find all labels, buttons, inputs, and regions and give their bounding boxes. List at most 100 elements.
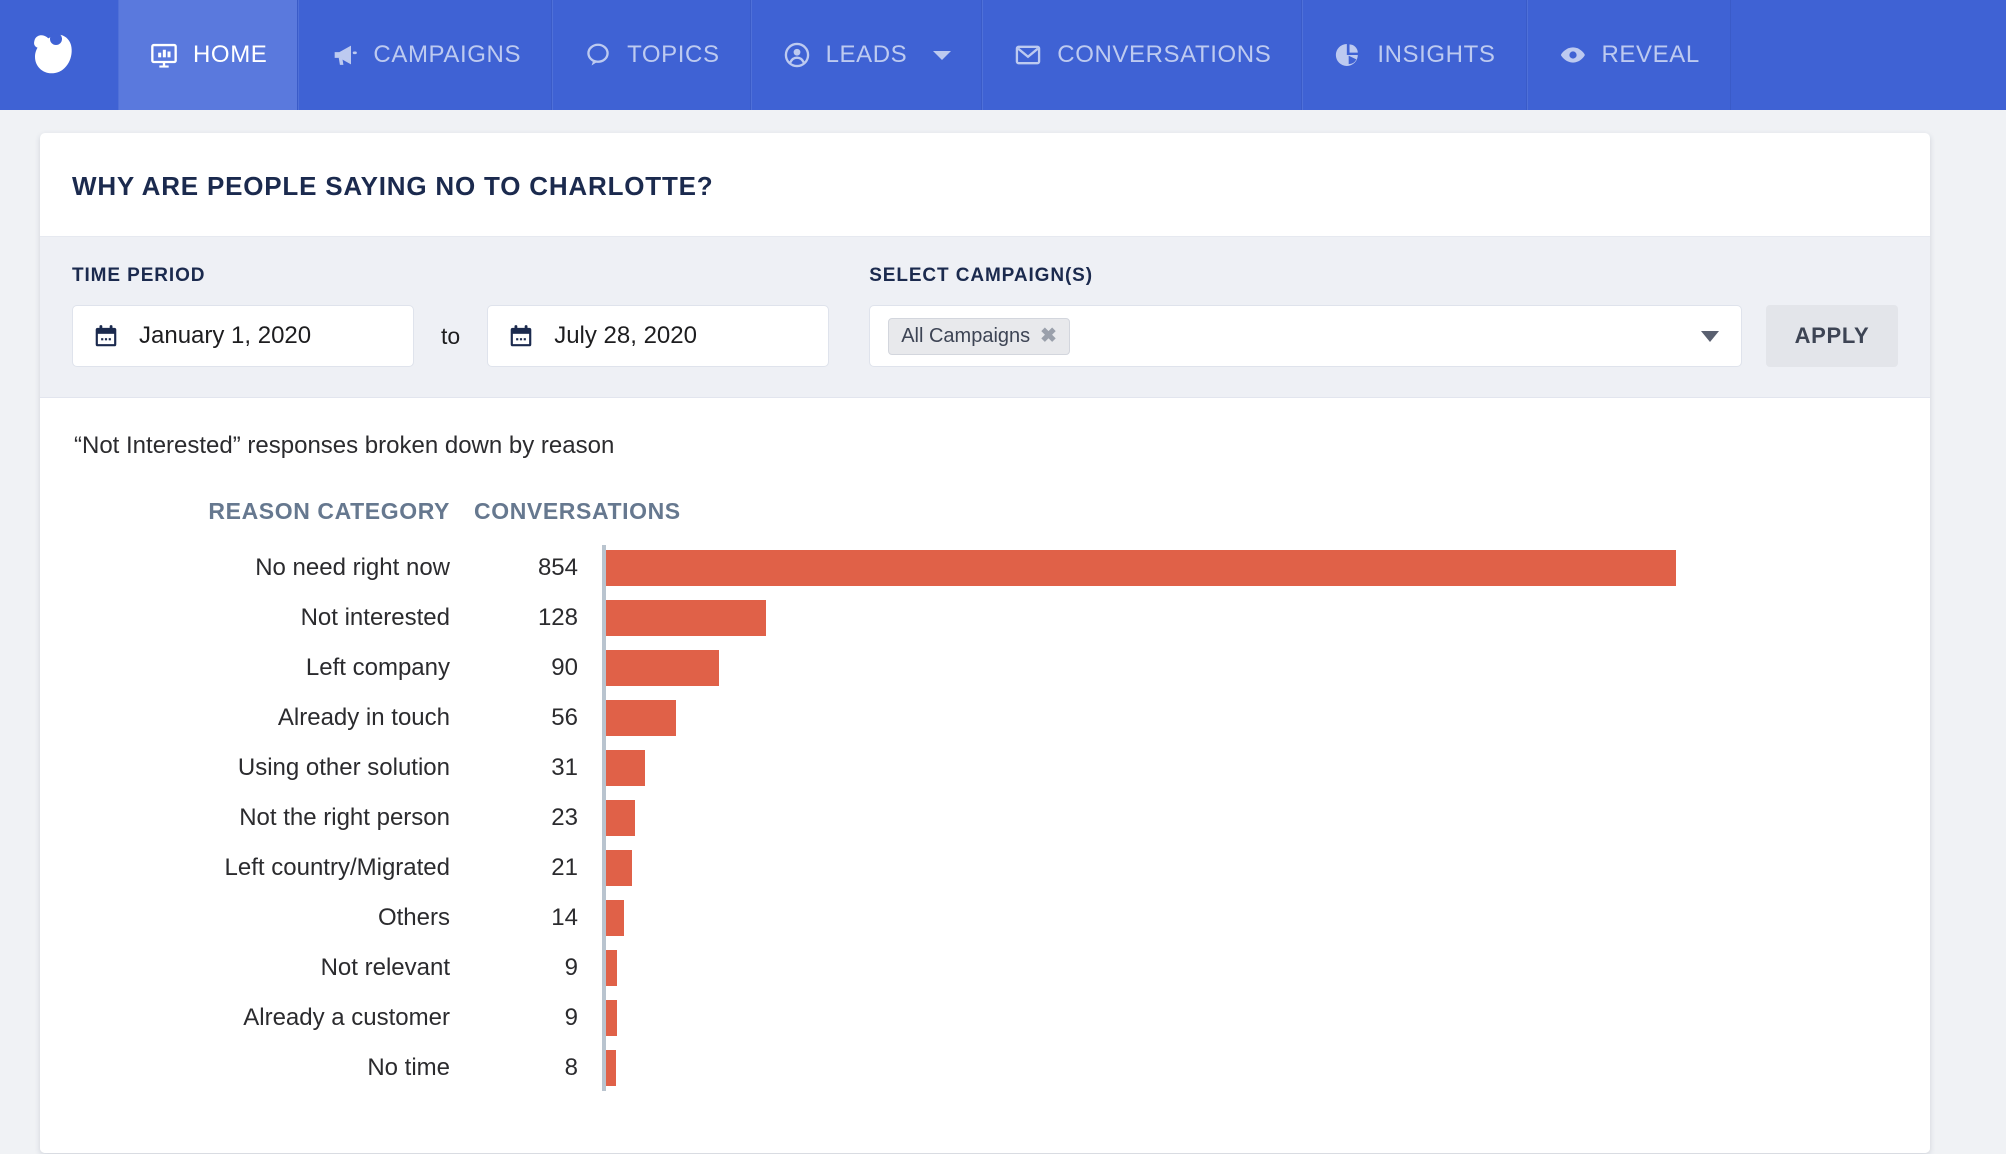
bar-row-category-label: Not the right person <box>239 804 450 831</box>
bar-row-value-label: 31 <box>551 754 578 781</box>
bar-row-category-label: Not relevant <box>320 954 450 981</box>
date-range-separator: to <box>441 322 461 349</box>
chevron-down-icon[interactable] <box>933 50 952 60</box>
nav-item-label: HOME <box>193 41 268 68</box>
bar-row-value-label: 21 <box>551 854 578 881</box>
bar-chart-row: Not the right person 23 <box>72 793 1898 843</box>
end-date-value: July 28, 2020 <box>554 322 697 349</box>
date-range-row: January 1, 2020 to July 28, 2020 <box>72 305 830 367</box>
nav-items-list: HOME CAMPAIGNS TOPICS LEADS CONVERSATION… <box>118 0 1731 110</box>
bar-row-value-label: 23 <box>551 804 578 831</box>
bar-cell <box>578 950 1898 986</box>
nav-item-label: CAMPAIGNS <box>373 41 522 68</box>
bar-chart-rows: No need right now 854 Not interested 128 Lef… <box>72 543 1898 1093</box>
bar-row-category-label: Already in touch <box>277 704 450 731</box>
bar[interactable] <box>606 700 676 736</box>
end-date-input[interactable]: July 28, 2020 <box>487 305 830 367</box>
bar[interactable] <box>606 800 635 836</box>
bar-cell <box>578 550 1898 586</box>
calendar-icon <box>93 323 119 349</box>
whale-logo-icon <box>31 29 87 81</box>
page-title: WHY ARE PEOPLE SAYING NO TO CHARLOTTE? <box>72 171 714 201</box>
bar[interactable] <box>606 900 624 936</box>
nav-item-leads[interactable]: LEADS <box>750 0 983 110</box>
bar[interactable] <box>606 750 645 786</box>
time-period-label: TIME PERIOD <box>72 265 206 286</box>
pie-chart-icon <box>1333 40 1363 70</box>
bar-chart-row: Left country/Migrated 21 <box>72 843 1898 893</box>
nav-item-label: CONVERSATIONS <box>1057 41 1272 68</box>
time-period-group: TIME PERIOD January 1, 2020 to July 28, … <box>72 265 830 367</box>
bar-row-category-label: Using other solution <box>237 754 450 781</box>
chart-axis-line <box>602 545 606 1091</box>
bar-row-category-label: Left company <box>305 654 450 681</box>
chart-column-headers: REASON CATEGORY CONVERSATIONS <box>72 498 1898 525</box>
report-card: WHY ARE PEOPLE SAYING NO TO CHARLOTTE? T… <box>40 133 1930 1153</box>
bar-row-value-label: 854 <box>537 554 578 581</box>
campaign-multiselect[interactable]: All Campaigns ✖ <box>869 305 1742 367</box>
chevron-down-icon[interactable] <box>1701 330 1719 342</box>
bar-chart-row: Not relevant 9 <box>72 943 1898 993</box>
bar[interactable] <box>606 650 719 686</box>
nav-item-label: INSIGHTS <box>1377 41 1496 68</box>
bar-row-value-label: 14 <box>551 904 578 931</box>
nav-item-home[interactable]: HOME <box>118 0 299 110</box>
bar-row-category-label: No time <box>367 1054 450 1081</box>
campaign-select-group: SELECT CAMPAIGN(S) All Campaigns ✖ APPLY <box>869 265 1898 367</box>
eye-icon <box>1558 40 1588 70</box>
filter-bar: TIME PERIOD January 1, 2020 to July 28, … <box>40 237 1930 398</box>
user-circle-icon <box>782 40 812 70</box>
bar-row-category-label: Already a customer <box>243 1004 450 1031</box>
nav-item-topics[interactable]: TOPICS <box>552 0 751 110</box>
bar-row-value-label: 56 <box>551 704 578 731</box>
close-icon[interactable]: ✖ <box>1040 326 1057 346</box>
nav-item-insights[interactable]: INSIGHTS <box>1302 0 1527 110</box>
bar-row-value-label: 128 <box>537 604 578 631</box>
start-date-input[interactable]: January 1, 2020 <box>72 305 414 367</box>
bar-cell <box>578 1000 1898 1036</box>
bar-chart-row: Already a customer 9 <box>72 993 1898 1043</box>
chat-bubble-icon <box>583 40 613 70</box>
bar-cell <box>578 700 1898 736</box>
column-header-conversations: CONVERSATIONS <box>474 498 681 524</box>
envelope-icon <box>1013 40 1043 70</box>
column-header-reason-category: REASON CATEGORY <box>208 498 450 524</box>
chart-area: “Not Interested” responses broken down b… <box>40 398 1930 1153</box>
bar-cell <box>578 900 1898 936</box>
apply-button[interactable]: APPLY <box>1766 305 1898 367</box>
bar[interactable] <box>606 1050 616 1086</box>
bar-chart-row: Not interested 128 <box>72 593 1898 643</box>
app-logo[interactable] <box>0 0 118 110</box>
bar-row-value-label: 9 <box>564 954 578 981</box>
bar-cell <box>578 750 1898 786</box>
bar-row-category-label: No need right now <box>255 554 450 581</box>
bar[interactable] <box>606 600 766 636</box>
nav-item-label: LEADS <box>825 41 908 68</box>
bar-row-category-label: Others <box>377 904 450 931</box>
campaign-chip-label: All Campaigns <box>901 324 1031 347</box>
bar-row-category-label: Left country/Migrated <box>224 854 450 881</box>
bar-chart-row: Already in touch 56 <box>72 693 1898 743</box>
top-navigation-bar: HOME CAMPAIGNS TOPICS LEADS CONVERSATION… <box>0 0 2006 110</box>
nav-item-conversations[interactable]: CONVERSATIONS <box>982 0 1303 110</box>
bar-cell <box>578 1050 1898 1086</box>
campaign-select-label: SELECT CAMPAIGN(S) <box>869 265 1093 286</box>
start-date-value: January 1, 2020 <box>139 322 312 349</box>
bar[interactable] <box>606 550 1676 586</box>
bar-cell <box>578 800 1898 836</box>
nav-item-campaigns[interactable]: CAMPAIGNS <box>298 0 553 110</box>
bar-row-value-label: 9 <box>564 1004 578 1031</box>
bar-row-value-label: 8 <box>564 1054 578 1081</box>
nav-item-reveal[interactable]: REVEAL <box>1526 0 1731 110</box>
bar-row-category-label: Not interested <box>300 604 450 631</box>
bar[interactable] <box>606 850 632 886</box>
calendar-icon <box>508 323 534 349</box>
bar[interactable] <box>606 1000 617 1036</box>
bar-cell <box>578 600 1898 636</box>
bar[interactable] <box>606 950 617 986</box>
bar-chart-row: No need right now 854 <box>72 543 1898 593</box>
bar-chart-row: Others 14 <box>72 893 1898 943</box>
campaign-select-row: All Campaigns ✖ APPLY <box>869 305 1898 367</box>
card-header: WHY ARE PEOPLE SAYING NO TO CHARLOTTE? <box>40 133 1930 237</box>
campaign-chip-all-campaigns[interactable]: All Campaigns ✖ <box>888 317 1070 355</box>
